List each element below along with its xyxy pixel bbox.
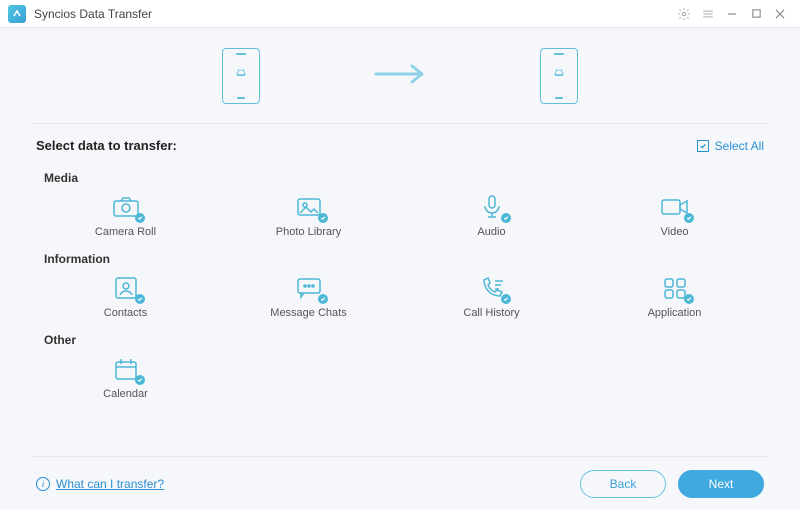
item-application[interactable]: Application <box>593 272 756 325</box>
contacts-icon <box>109 274 143 302</box>
phone-icon <box>475 274 509 302</box>
select-all-toggle[interactable]: Select All <box>697 139 764 153</box>
item-label: Photo Library <box>276 226 341 238</box>
item-label: Contacts <box>104 307 147 319</box>
footer: i What can I transfer? Back Next <box>32 456 768 510</box>
apps-icon <box>658 274 692 302</box>
menu-icon <box>701 7 715 21</box>
minimize-button[interactable] <box>720 2 744 26</box>
gear-icon <box>677 7 691 21</box>
back-button[interactable]: Back <box>580 470 666 498</box>
item-video[interactable]: Video <box>593 191 756 244</box>
close-icon <box>774 8 786 20</box>
select-title: Select data to transfer: <box>36 138 177 153</box>
settings-button[interactable] <box>672 2 696 26</box>
titlebar: Syncios Data Transfer <box>0 0 800 28</box>
select-all-label: Select All <box>715 139 764 153</box>
target-device-icon <box>540 48 578 104</box>
item-message-chats[interactable]: Message Chats <box>227 272 390 325</box>
camera-icon <box>109 193 143 221</box>
item-contacts[interactable]: Contacts <box>44 272 207 325</box>
back-button-label: Back <box>610 477 637 491</box>
transfer-arrow-icon <box>370 60 430 91</box>
section-label-media: Media <box>44 171 764 185</box>
item-label: Video <box>661 226 689 238</box>
next-button-label: Next <box>709 477 734 491</box>
photo-icon <box>292 193 326 221</box>
close-button[interactable] <box>768 2 792 26</box>
source-device-icon <box>222 48 260 104</box>
audio-icon <box>475 193 509 221</box>
message-icon <box>292 274 326 302</box>
section-label-other: Other <box>44 333 764 347</box>
content-area: Select data to transfer: Select All Medi… <box>0 124 800 456</box>
select-all-checkbox-icon <box>697 140 709 152</box>
maximize-button[interactable] <box>744 2 768 26</box>
app-title: Syncios Data Transfer <box>34 7 152 21</box>
menu-button[interactable] <box>696 2 720 26</box>
help-link-group: i What can I transfer? <box>36 477 164 491</box>
item-photo-library[interactable]: Photo Library <box>227 191 390 244</box>
item-call-history[interactable]: Call History <box>410 272 573 325</box>
video-icon <box>658 193 692 221</box>
item-audio[interactable]: Audio <box>410 191 573 244</box>
info-icon: i <box>36 477 50 491</box>
app-logo-icon <box>8 5 26 23</box>
item-calendar[interactable]: Calendar <box>44 353 207 406</box>
item-label: Audio <box>477 226 505 238</box>
item-label: Application <box>648 307 702 319</box>
item-label: Message Chats <box>270 307 346 319</box>
minimize-icon <box>726 8 738 20</box>
item-label: Camera Roll <box>95 226 156 238</box>
item-label: Call History <box>463 307 519 319</box>
help-link[interactable]: What can I transfer? <box>56 477 164 491</box>
item-camera-roll[interactable]: Camera Roll <box>44 191 207 244</box>
section-label-information: Information <box>44 252 764 266</box>
item-label: Calendar <box>103 388 148 400</box>
devices-header <box>32 28 768 124</box>
maximize-icon <box>751 8 762 19</box>
calendar-icon <box>109 355 143 383</box>
next-button[interactable]: Next <box>678 470 764 498</box>
